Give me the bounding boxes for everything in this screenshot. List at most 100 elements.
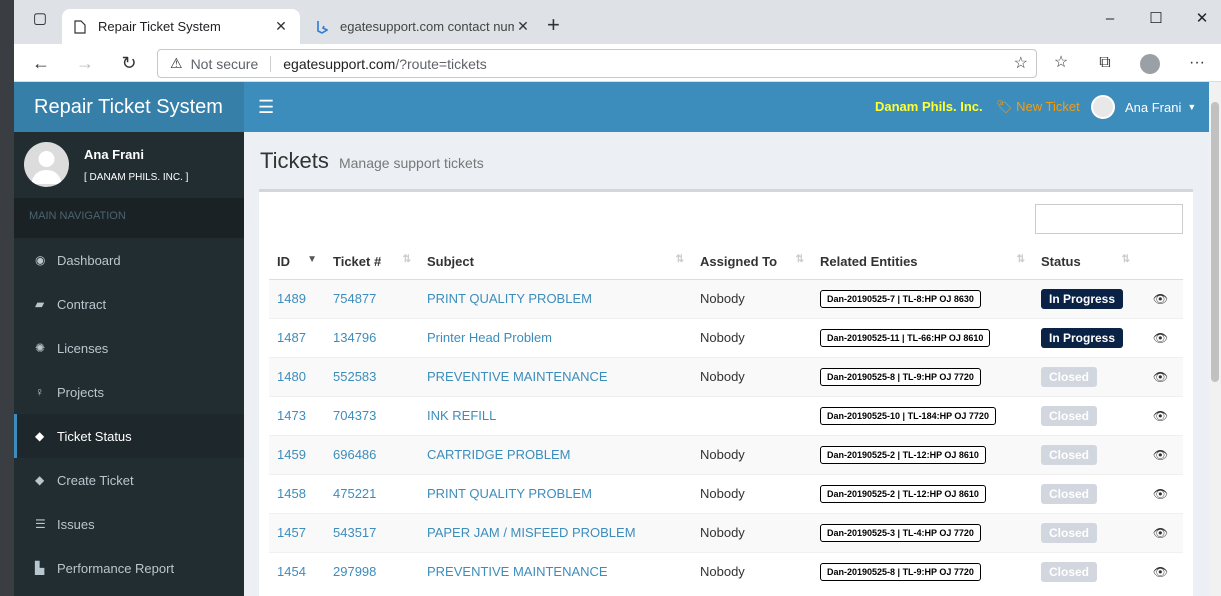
collections-icon[interactable]: ⧉ [1092, 51, 1118, 75]
related-entities-cell: Dan-20190525-3 | TL-4:HP OJ 7720 [812, 512, 1033, 552]
tag-icon: 🏷 [996, 99, 1013, 114]
ticket-subject[interactable]: Printer Head Problem [419, 317, 692, 357]
tag-icon: ◆ [35, 473, 45, 487]
view-icon[interactable]: 👁 [1138, 473, 1183, 513]
close-icon[interactable]: ✕ [514, 18, 532, 35]
sidebar: Ana Frani [ DANAM PHILS. INC. ] MAIN NAV… [14, 132, 244, 596]
close-icon[interactable]: ✕ [272, 18, 290, 35]
view-icon[interactable]: 👁 [1138, 512, 1183, 552]
nav-header: MAIN NAVIGATION [14, 198, 244, 238]
address-bar: ← → ↻ ⚠ Not secure egatesupport.com /?ro… [14, 44, 1221, 82]
ticket-id[interactable]: 1489 [269, 278, 325, 318]
ticket-subject[interactable]: INK REFILL [419, 395, 692, 435]
add-favorite-icon[interactable]: ☆ [1014, 53, 1028, 73]
column-header-id[interactable]: ID ▼ [269, 244, 325, 280]
column-header-status[interactable]: Status ⇅ [1033, 244, 1138, 280]
sidebar-item-create-ticket[interactable]: ◆ Create Ticket [14, 458, 244, 502]
ticket-number[interactable]: 552583 [325, 356, 419, 396]
avatar [1091, 95, 1115, 119]
entity-badge: Dan-20190525-10 | TL-184:HP OJ 7720 [820, 406, 996, 425]
app: Repair Ticket System ☰ Danam Phils. Inc.… [14, 82, 1221, 596]
ticket-id[interactable]: 1454 [269, 551, 325, 591]
sidebar-item-dashboard[interactable]: ◉ Dashboard [14, 238, 244, 282]
view-icon[interactable]: 👁 [1138, 551, 1183, 591]
view-icon[interactable]: 👁 [1138, 395, 1183, 435]
related-entities-cell: Dan-20190525-2 | TL-12:HP OJ 8610 [812, 434, 1033, 474]
forward-icon[interactable]: → [72, 51, 98, 75]
related-entities-cell: Dan-20190525-2 | TL-12:HP OJ 8610 [812, 473, 1033, 513]
new-ticket-link[interactable]: 🏷 New Ticket [996, 99, 1080, 115]
status-cell: In Progress [1033, 278, 1138, 318]
column-header-ticket[interactable]: Ticket # ⇅ [325, 244, 419, 280]
favorites-icon[interactable]: ☆ [1048, 51, 1074, 75]
tab-actions-icon[interactable]: ▢ [26, 8, 54, 30]
new-tab-icon[interactable]: + [547, 12, 560, 38]
maximize-icon[interactable]: ☐ [1142, 8, 1170, 30]
gear-icon: ✺ [35, 341, 46, 355]
ticket-number[interactable]: 297998 [325, 551, 419, 591]
back-icon[interactable]: ← [28, 51, 54, 75]
ticket-number[interactable]: 134796 [325, 317, 419, 357]
status-badge: In Progress [1041, 288, 1124, 309]
profile-icon[interactable] [1140, 54, 1160, 74]
column-header-entities[interactable]: Related Entities ⇅ [812, 244, 1033, 280]
tab-egatesupport[interactable]: egatesupport.com contact numb ✕ [304, 9, 542, 44]
ticket-id[interactable]: 1487 [269, 317, 325, 357]
ticket-subject[interactable]: PREVENTIVE MAINTENANCE [419, 551, 692, 591]
ticket-id[interactable]: 1459 [269, 434, 325, 474]
ticket-number[interactable]: 543517 [325, 512, 419, 552]
tab-repair-ticket[interactable]: Repair Ticket System ✕ [62, 9, 300, 44]
scrollbar-thumb[interactable] [1211, 102, 1219, 382]
sidebar-item-contract[interactable]: ▰ Contract [14, 282, 244, 326]
security-label: Not secure [190, 55, 259, 72]
app-logo[interactable]: Repair Ticket System [14, 82, 244, 132]
reload-icon[interactable]: ↻ [116, 51, 142, 75]
more-icon[interactable]: ··· [1184, 51, 1210, 75]
status-cell: Closed [1033, 512, 1138, 552]
view-icon[interactable]: 👁 [1138, 317, 1183, 357]
assigned-to: Nobody [692, 317, 812, 357]
column-header-subject[interactable]: Subject ⇅ [419, 244, 692, 280]
table-row: 1454 297998 PREVENTIVE MAINTENANCE Nobod… [269, 551, 1183, 591]
page-title: Tickets Manage support tickets [260, 148, 484, 174]
sort-icon: ⇅ [1121, 253, 1130, 265]
ticket-id[interactable]: 1458 [269, 473, 325, 513]
menu-toggle-icon[interactable]: ☰ [258, 97, 274, 118]
view-icon[interactable]: 👁 [1138, 278, 1183, 318]
minimize-icon[interactable]: – [1096, 8, 1124, 30]
ticket-number[interactable]: 696486 [325, 434, 419, 474]
sidebar-item-projects[interactable]: ♀ Projects [14, 370, 244, 414]
sidebar-item-issues[interactable]: ☰ Issues [14, 502, 244, 546]
ticket-id[interactable]: 1473 [269, 395, 325, 435]
view-icon[interactable]: 👁 [1138, 434, 1183, 474]
assigned-to: Nobody [692, 473, 812, 513]
ticket-number[interactable]: 704373 [325, 395, 419, 435]
sidebar-item-licenses[interactable]: ✺ Licenses [14, 326, 244, 370]
sidebar-item-performance-report[interactable]: ▙ Performance Report [14, 546, 244, 590]
view-icon[interactable]: 👁 [1138, 356, 1183, 396]
related-entities-cell: Dan-20190525-11 | TL-66:HP OJ 8610 [812, 317, 1033, 357]
ticket-number[interactable]: 754877 [325, 278, 419, 318]
column-header-assigned[interactable]: Assigned To ⇅ [692, 244, 812, 280]
ticket-id[interactable]: 1457 [269, 512, 325, 552]
entity-badge: Dan-20190525-7 | TL-8:HP OJ 8630 [820, 289, 981, 308]
sidebar-item-ticket-status[interactable]: ◆ Ticket Status [14, 414, 244, 458]
ticket-number[interactable]: 475221 [325, 473, 419, 513]
scrollbar[interactable] [1209, 82, 1221, 596]
url-field[interactable]: ⚠ Not secure egatesupport.com /?route=ti… [157, 49, 1037, 78]
ticket-subject[interactable]: PREVENTIVE MAINTENANCE [419, 356, 692, 396]
ticket-subject[interactable]: PAPER JAM / MISFEED PROBLEM [419, 512, 692, 552]
related-entities-cell: Dan-20190525-8 | TL-9:HP OJ 7720 [812, 551, 1033, 591]
search-input[interactable] [1035, 204, 1183, 234]
caret-down-icon: ▼ [1187, 102, 1197, 112]
tickets-table: ID ▼ Ticket # ⇅ Subject ⇅ Assigned To ⇅ Rela… [269, 244, 1183, 591]
ticket-subject[interactable]: PRINT QUALITY PROBLEM [419, 473, 692, 513]
status-badge: Closed [1041, 522, 1098, 543]
ticket-id[interactable]: 1480 [269, 356, 325, 396]
ticket-subject[interactable]: CARTRIDGE PROBLEM [419, 434, 692, 474]
ticket-subject[interactable]: PRINT QUALITY PROBLEM [419, 278, 692, 318]
close-window-icon[interactable]: ✕ [1188, 8, 1216, 30]
main-content: Tickets Manage support tickets ID ▼ Ticke… [244, 132, 1221, 596]
user-menu[interactable]: Ana Frani ▼ [1091, 95, 1196, 119]
table-row: 1457 543517 PAPER JAM / MISFEED PROBLEM … [269, 512, 1183, 552]
